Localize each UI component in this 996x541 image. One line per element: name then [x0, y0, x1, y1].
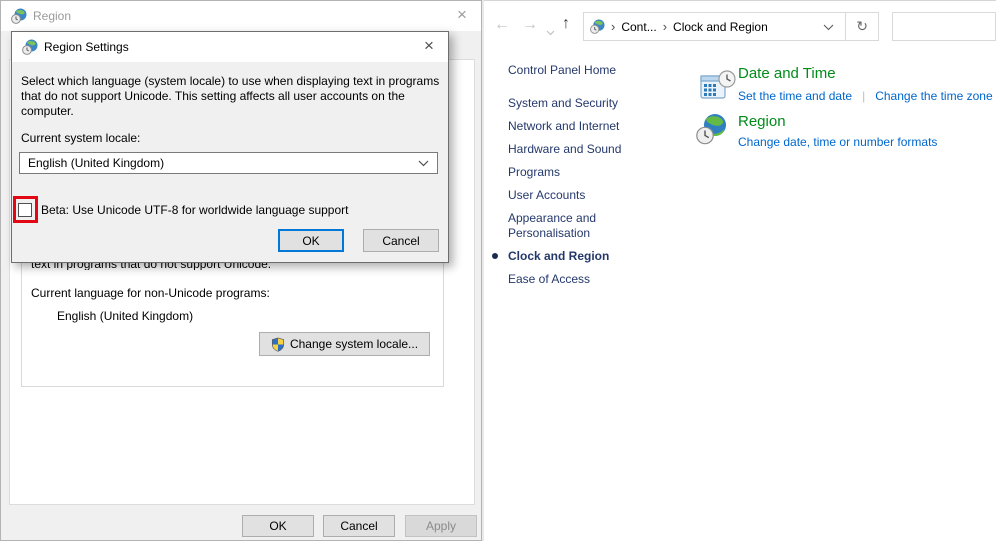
address-dropdown-chevron-icon[interactable]: [812, 18, 845, 36]
chevron-down-icon: [418, 160, 429, 167]
control-panel-window: ← → ↑ › Cont... › Clock and Region ↻ Con…: [484, 0, 996, 541]
region-settings-description: Select which language (system locale) to…: [21, 74, 443, 119]
region-ok-button[interactable]: OK: [242, 515, 314, 537]
region-settings-dialog: Region Settings × Select which language …: [11, 31, 449, 263]
sidebar-item-ease-of-access[interactable]: Ease of Access: [508, 272, 680, 287]
beta-utf8-label: Beta: Use Unicode UTF-8 for worldwide la…: [41, 203, 349, 217]
up-arrow-icon[interactable]: ↑: [562, 16, 570, 32]
current-language-label: Current language for non-Unicode program…: [31, 286, 270, 300]
forward-arrow-icon[interactable]: →: [522, 17, 538, 33]
sidebar-item-clock-and-region[interactable]: Clock and Region: [508, 249, 680, 264]
back-arrow-icon[interactable]: ←: [494, 17, 510, 33]
sidebar-item-programs[interactable]: Programs: [508, 165, 680, 180]
search-input[interactable]: [892, 12, 996, 41]
link-change-date-time-number-formats[interactable]: Change date, time or number formats: [738, 135, 937, 149]
region-apply-button: Apply: [405, 515, 477, 537]
category-region[interactable]: Region: [738, 113, 786, 130]
category-date-and-time[interactable]: Date and Time: [738, 65, 836, 82]
region-window: Region × text in programs that do not su…: [0, 0, 482, 541]
globe-icon: [22, 39, 38, 60]
link-change-time-zone[interactable]: Change the time zone: [875, 89, 992, 103]
active-bullet-icon: [492, 253, 498, 259]
sidebar-item-appearance-and-personalisation[interactable]: Appearance and Personalisation: [508, 211, 658, 241]
region-settings-close-icon[interactable]: ×: [424, 37, 434, 54]
breadcrumb-separator: ›: [663, 19, 667, 34]
sidebar-item-user-accounts[interactable]: User Accounts: [508, 188, 680, 203]
refresh-icon[interactable]: ↻: [846, 18, 878, 35]
sidebar-item-control-panel-home[interactable]: Control Panel Home: [508, 63, 680, 78]
settings-cancel-button[interactable]: Cancel: [363, 229, 439, 252]
globe-clock-icon: [696, 113, 728, 150]
breadcrumb-separator: ›: [611, 19, 615, 34]
change-system-locale-button[interactable]: Change system locale...: [259, 332, 430, 356]
system-locale-dropdown[interactable]: English (United Kingdom): [19, 152, 438, 174]
sidebar: Control Panel Home System and Security N…: [508, 63, 680, 295]
region-window-title: Region: [33, 9, 71, 23]
system-locale-label: Current system locale:: [21, 131, 140, 145]
globe-icon: [11, 8, 27, 29]
region-cancel-button[interactable]: Cancel: [323, 515, 395, 537]
history-chevron-icon[interactable]: [546, 23, 555, 41]
date-time-task-links: Set the time and date | Change the time …: [738, 89, 993, 103]
system-locale-selected-value: English (United Kingdom): [28, 156, 418, 170]
address-bar[interactable]: › Cont... › Clock and Region ↻: [583, 12, 879, 41]
region-window-titlebar: [1, 1, 481, 31]
region-task-links: Change date, time or number formats: [738, 135, 937, 149]
change-system-locale-label: Change system locale...: [290, 337, 418, 351]
link-separator: |: [862, 89, 865, 103]
sidebar-item-hardware-and-sound[interactable]: Hardware and Sound: [508, 142, 680, 157]
uac-shield-icon: [271, 337, 285, 352]
breadcrumb-item-clock-and-region[interactable]: Clock and Region: [673, 20, 768, 34]
calendar-clock-icon: [700, 69, 736, 106]
link-set-time-and-date[interactable]: Set the time and date: [738, 89, 852, 103]
settings-ok-button[interactable]: OK: [278, 229, 344, 252]
control-panel-icon: [590, 19, 605, 34]
sidebar-item-network-and-internet[interactable]: Network and Internet: [508, 119, 680, 134]
sidebar-item-system-and-security[interactable]: System and Security: [508, 96, 680, 111]
region-settings-title: Region Settings: [44, 40, 129, 54]
red-highlight-box: [13, 196, 38, 223]
region-window-close-icon[interactable]: ×: [457, 6, 467, 23]
breadcrumb-item-control-panel[interactable]: Cont...: [621, 20, 656, 34]
current-language-value: English (United Kingdom): [57, 309, 193, 323]
